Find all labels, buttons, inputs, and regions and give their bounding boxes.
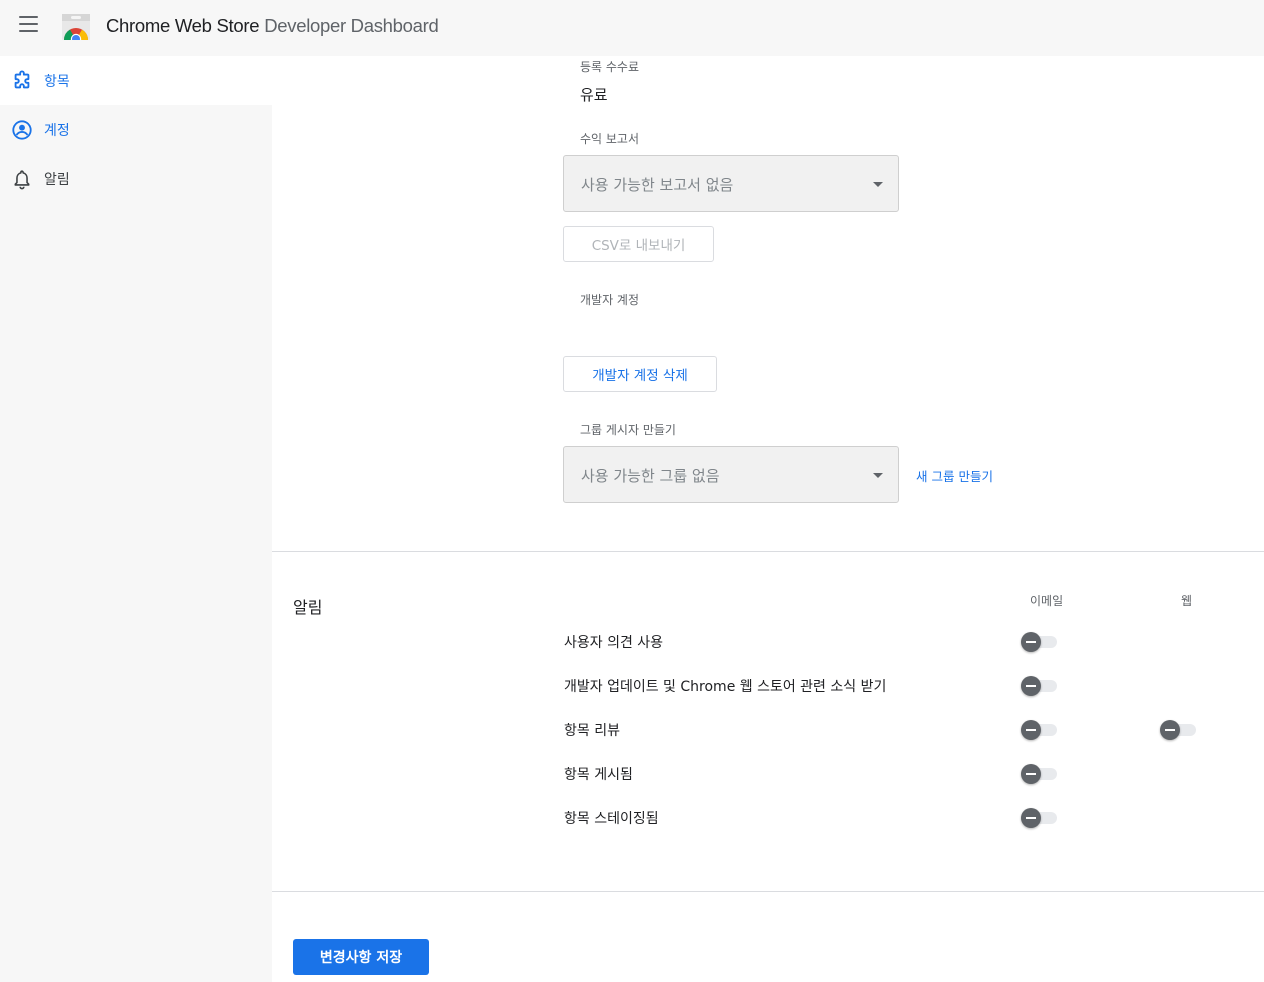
sidebar-item-label: 알림 [44,171,70,188]
toggle-email-user-feedback[interactable] [1021,631,1059,653]
toggle-off-icon [1021,676,1041,696]
sidebar-item-label: 계정 [44,122,70,139]
group-select-value: 사용 가능한 그룹 없음 [581,467,720,485]
puzzle-icon [14,69,30,88]
registration-fee-label: 등록 수수료 [580,60,640,74]
main-content: 등록 수수료 유료 수익 보고서 사용 가능한 보고서 없음 CSV로 내보내기… [272,56,1264,982]
app-title-light: Developer Dashboard [264,15,439,36]
notification-label-item-published: 항목 게시됨 [564,767,633,783]
toggle-off-icon [1021,764,1041,784]
notification-label-developer-updates: 개발자 업데이트 및 Chrome 웹 스토어 관련 소식 받기 [564,679,887,695]
group-publisher-label: 그룹 게시자 만들기 [580,423,676,437]
toggle-off-icon [1021,632,1041,652]
export-csv-button[interactable]: CSV로 내보내기 [563,226,714,262]
chrome-web-store-logo [62,14,90,40]
delete-developer-account-button[interactable]: 개발자 계정 삭제 [563,356,717,392]
sidebar-item-notifications[interactable]: 알림 [0,154,272,203]
dropdown-arrow-icon [873,473,883,478]
save-changes-button[interactable]: 변경사항 저장 [293,939,429,975]
group-select[interactable]: 사용 가능한 그룹 없음 [563,446,899,503]
toggle-email-item-review[interactable] [1021,719,1059,741]
section-divider [272,891,1264,892]
toggle-off-icon [1021,808,1041,828]
notifications-section-title: 알림 [293,598,323,617]
sidebar-item-account[interactable]: 계정 [0,105,272,154]
app-title: Chrome Web Store Developer Dashboard [106,15,439,37]
notification-label-item-review: 항목 리뷰 [564,723,620,739]
hamburger-menu-icon[interactable] [19,16,39,32]
section-divider [272,551,1264,552]
toggle-off-icon [1160,720,1180,740]
notification-label-item-staged: 항목 스테이징됨 [564,811,659,827]
toggle-email-item-staged[interactable] [1021,807,1059,829]
revenue-report-select[interactable]: 사용 가능한 보고서 없음 [563,155,899,212]
toggle-email-item-published[interactable] [1021,763,1059,785]
app-title-strong: Chrome Web Store [106,15,260,36]
developer-account-label: 개발자 계정 [580,293,640,307]
sidebar-item-label: 항목 [44,73,70,90]
dropdown-arrow-icon [873,182,883,187]
revenue-report-label: 수익 보고서 [580,132,640,146]
revenue-report-select-value: 사용 가능한 보고서 없음 [581,176,734,194]
sidebar: 항목 계정 알림 [0,56,272,982]
toggle-off-icon [1021,720,1041,740]
registration-fee-value: 유료 [580,86,608,104]
sidebar-item-items[interactable]: 항목 [0,56,272,105]
web-column-header: 웹 [1181,594,1193,608]
toggle-web-item-review[interactable] [1160,719,1198,741]
new-group-link[interactable]: 새 그룹 만들기 [916,466,993,485]
notification-label-user-feedback: 사용자 의견 사용 [564,635,664,651]
top-app-bar: Chrome Web Store Developer Dashboard [0,0,1264,56]
account-circle-icon [12,119,32,140]
toggle-email-developer-updates[interactable] [1021,675,1059,697]
email-column-header: 이메일 [1030,594,1064,608]
bell-icon [14,169,30,189]
